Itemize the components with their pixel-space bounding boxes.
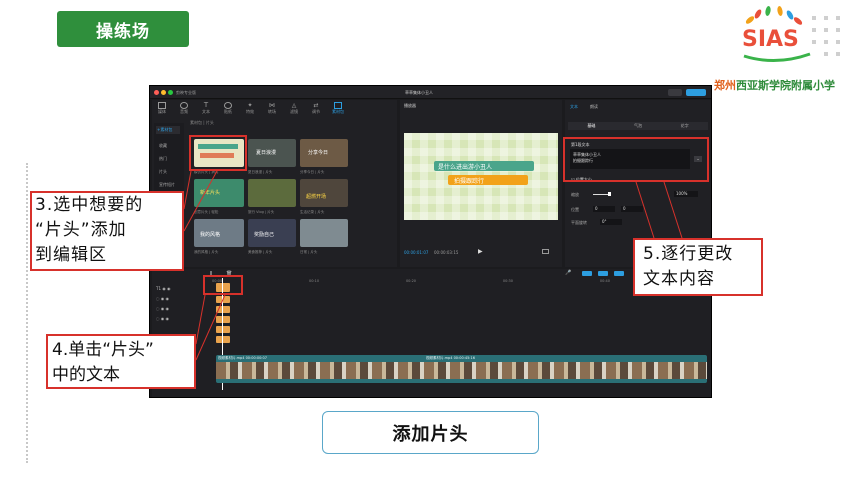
callout-step-3: 3.选中想要的 “片头”添加 到编辑区 bbox=[30, 191, 184, 271]
callout-step-5: 5.逐行更改 文本内容 bbox=[633, 238, 763, 296]
slide-caption: 添加片头 bbox=[322, 411, 539, 454]
callout-step-4: 4.单击“片头” 中的文本 bbox=[46, 334, 196, 389]
